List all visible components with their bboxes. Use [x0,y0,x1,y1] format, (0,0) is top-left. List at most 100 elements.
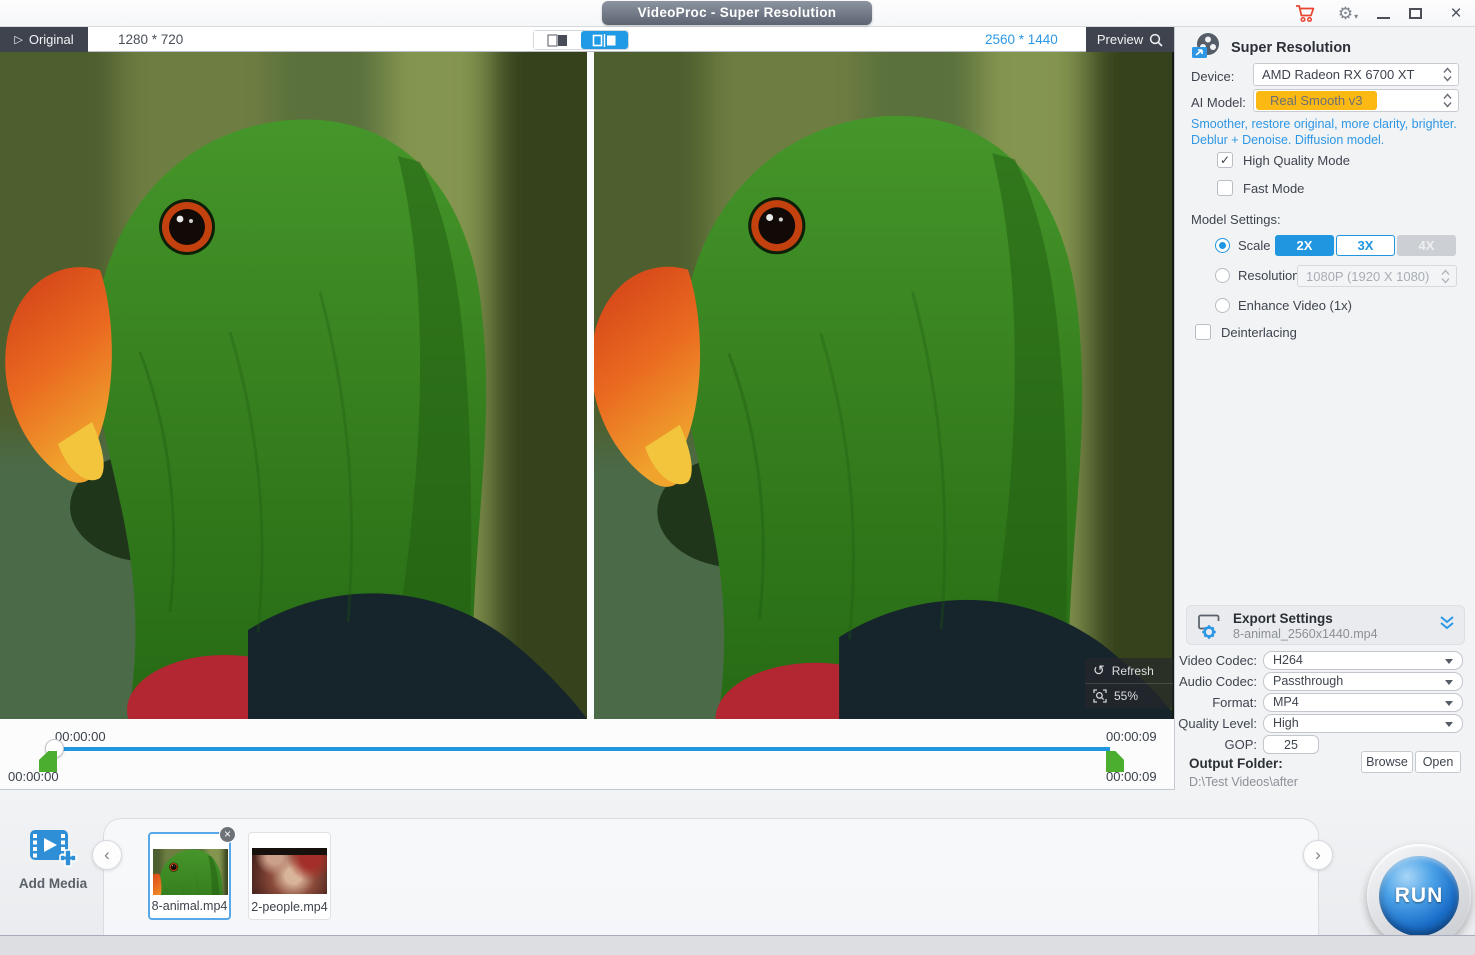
model-settings-label: Model Settings: [1191,212,1281,227]
split-view-icon [592,34,617,47]
add-media-button[interactable]: Add Media [12,826,94,891]
format-select[interactable]: MP4 [1263,693,1463,712]
super-resolution-panel: Super Resolution Device: AMD Radeon RX 6… [1174,27,1475,790]
play-icon: ▷ [14,33,22,46]
audio-codec-select[interactable]: Passthrough [1263,672,1463,691]
device-label: Device: [1191,69,1234,84]
comparison-viewer: ↺ Refresh 55% [0,52,1174,719]
minimize-icon [1377,17,1390,19]
enhanced-video-pane [594,52,1172,719]
stepper-icon [1443,67,1452,82]
scale-2x-button[interactable]: 2X [1275,235,1334,256]
scroll-right-button[interactable]: › [1303,840,1333,870]
enhance-video-radio[interactable] [1215,298,1230,313]
video-codec-select[interactable]: H264 [1263,651,1463,670]
format-row: Format: MP4 [1175,693,1471,712]
resolution-value: 1080P (1920 X 1080) [1306,269,1429,284]
output-folder-path: D:\Test Videos\after [1189,775,1298,789]
quality-level-select[interactable]: High [1263,714,1463,733]
fast-mode-checkbox[interactable] [1217,180,1233,196]
deinterlacing-label: Deinterlacing [1221,325,1297,340]
single-view-icon [547,34,569,47]
media-bar: Add Media ‹ › 8-animal.mp4 × 2-people.mp… [0,790,1475,935]
film-reel-icon [1191,32,1223,60]
deinterlacing-checkbox[interactable] [1195,324,1211,340]
audio-codec-value: Passthrough [1273,674,1343,688]
high-quality-checkbox[interactable]: ✓ [1217,152,1233,168]
refresh-icon: ↺ [1093,662,1105,679]
resolution-radio[interactable] [1215,268,1230,283]
zoom-icon [1093,689,1107,703]
quality-level-label: Quality Level: [1175,716,1257,731]
export-settings-icon [1196,613,1224,639]
media-item-name: 2-people.mp4 [249,900,330,914]
format-label: Format: [1175,695,1257,710]
settings-gear-icon[interactable]: ⚙▾ [1332,0,1364,27]
window-title: VideoProc - Super Resolution [602,1,872,25]
stepper-icon [1443,93,1452,108]
timeline-track[interactable] [57,747,1110,751]
video-codec-value: H264 [1273,653,1303,667]
open-button[interactable]: Open [1415,751,1461,773]
preview-tab[interactable]: Preview [1086,27,1174,52]
browse-button[interactable]: Browse [1361,751,1413,773]
bottom-strip [0,935,1475,955]
ai-model-value: Real Smooth v3 [1256,91,1377,110]
close-button[interactable]: × [1442,0,1470,27]
format-value: MP4 [1273,695,1299,709]
media-item-selected[interactable]: 8-animal.mp4 × [148,832,231,920]
export-settings-title: Export Settings [1233,611,1333,626]
scale-3x-button[interactable]: 3X [1336,235,1395,256]
magnifier-icon [1149,33,1163,47]
maximize-button[interactable] [1402,0,1428,27]
audio-codec-label: Audio Codec: [1175,674,1257,689]
panel-title: Super Resolution [1231,40,1351,56]
export-settings-header[interactable]: Export Settings 8-animal_2560x1440.mp4 [1186,605,1465,645]
original-tab[interactable]: ▷ Original [0,27,88,52]
trim-timeline: 00:00:00 00:00:09 00:00:00 00:00:09 [0,719,1174,790]
comparison-divider[interactable] [587,52,594,719]
original-tab-label: Original [29,32,74,47]
enhance-video-label: Enhance Video (1x) [1238,298,1352,313]
remove-media-button[interactable]: × [219,826,236,843]
zoom-level-value: 55% [1114,689,1138,703]
device-value: AMD Radeon RX 6700 XT [1262,67,1414,82]
split-view-button[interactable] [581,31,628,49]
refresh-label: Refresh [1112,664,1154,678]
high-quality-label: High Quality Mode [1243,153,1350,168]
target-resolution: 2560 * 1440 [985,27,1058,52]
media-item[interactable]: 2-people.mp4 [248,832,331,920]
quality-level-row: Quality Level: High [1175,714,1471,733]
gear-glyph: ⚙ [1338,4,1353,24]
stepper-icon [1441,269,1450,284]
run-button[interactable]: RUN [1379,856,1459,936]
single-view-button[interactable] [534,31,581,49]
caret-down-icon: ▾ [1354,12,1358,21]
trim-end-time: 00:00:09 [1106,769,1157,784]
zoom-level-control[interactable]: 55% [1085,683,1173,708]
collapse-chevrons-icon[interactable] [1439,615,1455,631]
resolution-select: 1080P (1920 X 1080) [1297,265,1457,287]
minimize-button[interactable] [1370,0,1396,27]
source-resolution: 1280 * 720 [118,27,183,52]
audio-codec-row: Audio Codec: Passthrough [1175,672,1471,691]
resolution-label: Resolution [1238,268,1299,283]
model-description: Smoother, restore original, more clarity… [1191,117,1463,148]
add-media-label: Add Media [12,876,94,891]
ai-model-label: AI Model: [1191,95,1246,110]
end-time: 00:00:09 [1106,729,1157,744]
gop-input[interactable] [1263,735,1319,754]
view-mode-toggle [533,30,629,50]
export-filename: 8-animal_2560x1440.mp4 [1233,627,1378,641]
scale-label: Scale [1238,238,1271,253]
output-folder-label: Output Folder: [1189,756,1283,771]
device-select[interactable]: AMD Radeon RX 6700 XT [1253,63,1459,86]
scroll-left-button[interactable]: ‹ [92,840,122,870]
refresh-button[interactable]: ↺ Refresh [1085,658,1173,683]
scale-radio[interactable] [1215,238,1230,253]
ai-model-select[interactable]: Real Smooth v3 [1253,89,1459,112]
cart-icon[interactable] [1290,0,1320,27]
maximize-icon [1409,8,1422,19]
check-icon: ✓ [1220,153,1230,167]
playhead-time: 00:00:00 [55,729,106,744]
